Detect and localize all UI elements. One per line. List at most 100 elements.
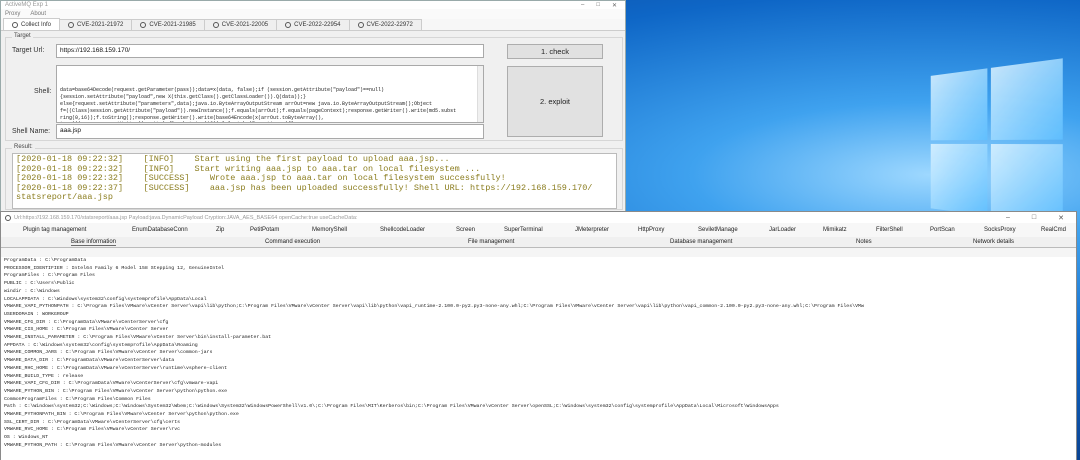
webshell-manager-window: Url:https://192.168.159.170/statsreport/…	[0, 211, 1077, 460]
target-group-label: Target	[12, 33, 33, 39]
shell-name-input[interactable]: aaa.jsp	[56, 124, 484, 139]
tab-cve-2022-22972[interactable]: CVE-2022-22972	[348, 19, 422, 30]
check-button[interactable]: 1. check	[507, 44, 603, 59]
shell-code-line: f=((Class)session.getAttribute("payload"…	[60, 107, 457, 114]
env-variable-line: VMWARE_VAPI_PYTHONPATH : C:\Program File…	[4, 304, 864, 310]
env-variable-line: USERDOMAIN : WORKGROUP	[4, 311, 69, 317]
tab-cve-2021-21985[interactable]: CVE-2021-21985	[131, 19, 205, 30]
env-variable-line: OS : Windows_NT	[4, 435, 49, 441]
main-tab[interactable]: Command execution	[265, 239, 320, 245]
target-url-input[interactable]: https://192.168.159.170/	[56, 44, 484, 58]
app-icon	[5, 214, 11, 221]
windows-logo-icon	[930, 58, 1065, 228]
close-icon[interactable]: ✕	[1058, 214, 1064, 222]
env-variable-line: VMWARE_VAPI_CFG_DIR : C:\ProgramData\VMw…	[4, 381, 219, 387]
maximize-icon[interactable]: □	[596, 2, 600, 9]
result-group-label: Result:	[12, 144, 35, 150]
env-variable-line: VMWARE_DATA_DIR : C:\ProgramData\VMware\…	[4, 358, 175, 364]
exploit-tool-window: ActiveMQ Exp 1 – □ ✕ Proxy About Collect…	[0, 0, 626, 212]
cve-icon	[285, 22, 292, 28]
plugin-tab[interactable]: MemoryShell	[312, 227, 347, 233]
shell-code-line: ring(0,16));f.toString();response.getWri…	[60, 114, 325, 121]
plugin-tab[interactable]: ShellcodeLoader	[380, 227, 425, 233]
plugin-tab[interactable]: HttpProxy	[638, 227, 664, 233]
target-url-label: Target Url:	[12, 47, 45, 54]
shell-code-line: data=base64Decode(request.getParameter(p…	[60, 87, 385, 94]
plugin-tab[interactable]: JarLoader	[769, 227, 796, 233]
env-variable-line: VMWARE_CFG_DIR : C:\ProgramData\VMware\v…	[4, 319, 169, 325]
cve-icon	[357, 22, 364, 28]
base-information-panel: ProgramData : C:\ProgramData PROCESSOR_ID…	[1, 257, 1076, 460]
env-variable-line: APPDATA : C:\Windows\system32\config\sys…	[4, 342, 198, 348]
plugin-tab-bar: Plugin tag management EnumDatabaseConn Zip…	[1, 223, 1076, 237]
maximize-icon[interactable]: □	[1032, 214, 1036, 222]
env-variable-line: PUBLIC : C:\Users\Public	[4, 281, 75, 287]
env-variable-line: VMWARE_BUILD_TYPE : release	[4, 373, 84, 379]
env-variable-line: ProgramData : C:\ProgramData	[4, 258, 87, 263]
result-group: Result: [2020-01-18 09:22:32] [INFO] Sta…	[5, 144, 623, 210]
plugin-tab[interactable]: Mimikatz	[823, 227, 847, 233]
env-variable-line: ProgramFiles : C:\Program Files	[4, 273, 95, 279]
window-titlebar: ActiveMQ Exp 1 – □ ✕	[1, 1, 625, 9]
plugin-tab[interactable]: SocksProxy	[984, 227, 1016, 233]
plugin-tab[interactable]: FilterShell	[876, 227, 903, 233]
main-tab[interactable]: Database management	[670, 239, 732, 245]
target-group: Target Target Url: https://192.168.159.1…	[5, 33, 623, 141]
plugin-tab[interactable]: PetitPotam	[250, 227, 279, 233]
result-log: [2020-01-18 09:22:32] [INFO] Start using…	[12, 153, 617, 209]
env-variable-line: VMWARE_PYTHON_PATH : C:\Program Files\VM…	[4, 442, 222, 448]
env-variable-line: CommonProgramFiles : C:\Program Files\Co…	[4, 396, 151, 402]
env-variable-line: LOCALAPPDATA : C:\Windows\system32\confi…	[4, 296, 207, 302]
result-log-line: statsreport/aaa.jsp	[16, 192, 113, 202]
env-variable-line: VMWARE_PYTHON_BIN : C:\Program Files\VMw…	[4, 388, 228, 394]
env-variable-line: VMWARE_PYTHONPATH_BIN : C:\Program Files…	[4, 412, 239, 418]
env-variable-line: VMWARE_RHC_HOME : C:\ProgramData\VMware\…	[4, 365, 228, 371]
shell-code-textarea[interactable]: data=base64Decode(request.getParameter(p…	[56, 65, 484, 123]
shell-scrollbar[interactable]	[477, 66, 483, 122]
main-tab[interactable]: Notes	[856, 239, 872, 245]
env-variable-line: PROCESSOR_IDENTIFIER : Intel64 Family 6 …	[4, 265, 225, 271]
minimize-icon[interactable]: –	[581, 2, 584, 9]
plugin-tab[interactable]: Screen	[456, 227, 475, 233]
shell-code-line: else{request.setAttribute("parameters",d…	[60, 100, 433, 107]
menu-item-proxy[interactable]: Proxy	[5, 11, 20, 17]
tab-cve-2021-21972[interactable]: CVE-2021-21972	[59, 19, 133, 30]
menu-item-about[interactable]: About	[30, 11, 46, 17]
plugin-tab[interactable]: EnumDatabaseConn	[132, 227, 188, 233]
main-tab[interactable]: File management	[468, 239, 514, 245]
window-titlebar: Url:https://192.168.159.170/statsreport/…	[1, 212, 1076, 223]
env-variable-line: VMWARE_RVC_HOME : C:\Program Files\VMwar…	[4, 427, 181, 433]
cve-icon	[68, 22, 75, 28]
env-variable-line: VMWARE_COMMON_JARS : C:\Program Files\VM…	[4, 350, 213, 356]
minimize-icon[interactable]: –	[1006, 214, 1010, 222]
exploit-button[interactable]: 2. exploit	[507, 66, 603, 137]
tab-cve-2022-22954[interactable]: CVE-2022-22954	[276, 19, 350, 30]
plugin-tab[interactable]: Plugin tag management	[23, 227, 86, 233]
window-title: ActiveMQ Exp 1	[5, 2, 49, 8]
shell-label: Shell:	[34, 88, 52, 95]
collect-icon	[12, 21, 18, 28]
shell-name-label: Shell Name:	[12, 128, 51, 135]
cve-tab-bar: Collect Info CVE-2021-21972 CVE-2021-219…	[1, 18, 625, 31]
tab-collect-info[interactable]: Collect Info	[3, 18, 61, 30]
env-variable-line: SSL_CERT_DIR : C:\ProgramData\VMware\vCe…	[4, 419, 181, 425]
plugin-tab[interactable]: RealCmd	[1041, 227, 1066, 233]
plugin-tab[interactable]: JMeterpreter	[575, 227, 609, 233]
shell-code-line: {session.setAttribute("payload",new X(th…	[60, 94, 307, 101]
close-icon[interactable]: ✕	[612, 2, 617, 9]
tab-cve-2021-22005[interactable]: CVE-2021-22005	[203, 19, 278, 30]
window-title: Url:https://192.168.159.170/statsreport/…	[14, 214, 358, 221]
main-tab[interactable]: Network details	[973, 239, 1014, 245]
env-variable-line: VMWARE_CIS_HOME : C:\Program Files\VMwar…	[4, 327, 169, 333]
cve-icon	[140, 22, 147, 28]
menu-bar: Proxy About	[1, 9, 625, 19]
plugin-tab[interactable]: PortScan	[930, 227, 955, 233]
main-tab[interactable]: Base information	[71, 239, 117, 246]
env-variable-line: Path : C:\Windows\system32;C:\Windows;C:…	[4, 404, 779, 410]
shell-code-line: true)));response.getWriter().write(md5.s…	[60, 121, 480, 122]
env-variable-line: windir : C:\Windows	[4, 288, 60, 294]
plugin-tab[interactable]: Zip	[216, 227, 224, 233]
plugin-tab[interactable]: SuperTerminal	[504, 227, 543, 233]
cve-icon	[212, 22, 219, 28]
plugin-tab[interactable]: SeviletManage	[698, 227, 738, 233]
